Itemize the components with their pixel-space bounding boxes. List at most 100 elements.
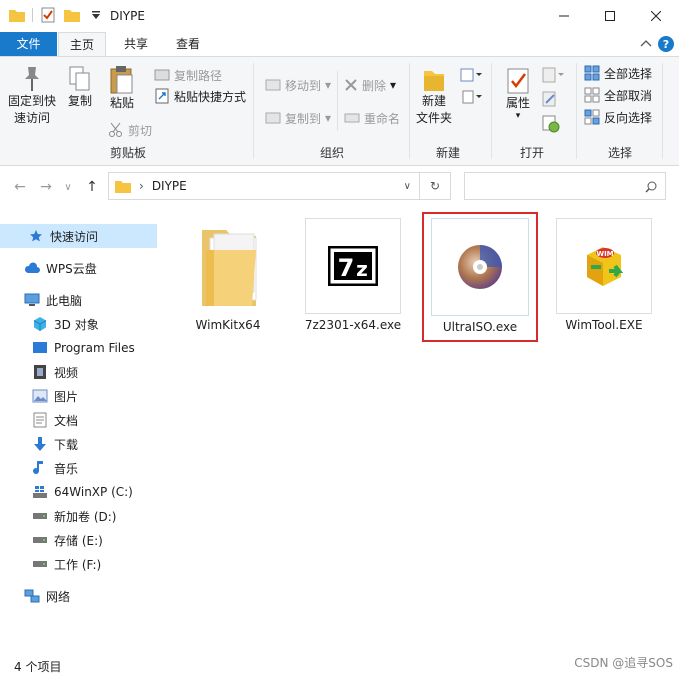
select-none-label: 全部取消 [604, 88, 653, 103]
nav-label: 64WinXP (C:) [54, 485, 133, 499]
tab-share[interactable]: 共享 [112, 32, 160, 56]
nav-drive-d[interactable]: 新加卷 (D:) [0, 504, 157, 528]
tab-home[interactable]: 主页 [58, 32, 106, 57]
copy-button[interactable]: 复制 [60, 65, 100, 110]
maximize-button[interactable] [587, 0, 633, 32]
nav-music[interactable]: 音乐 [0, 456, 157, 480]
svg-text:7: 7 [338, 254, 355, 282]
group-label-new: 新建 [435, 146, 460, 160]
paste-icon [110, 66, 133, 94]
file-item-highlighted[interactable]: UltraISO.exe [422, 212, 538, 342]
cut-label: 剪切 [128, 123, 153, 138]
new-folder-button[interactable]: 新建 文件夹 [412, 67, 456, 127]
delete-label: 删除 [362, 78, 387, 93]
tab-view[interactable]: 查看 [164, 32, 212, 56]
download-arrow-icon [32, 436, 48, 452]
easy-access-icon[interactable] [460, 89, 482, 108]
nav-wps-cloud[interactable]: WPS云盘 [0, 256, 157, 280]
address-field[interactable]: › DIYPE ∨ [108, 172, 420, 200]
paste-button[interactable]: 粘贴 [102, 65, 142, 112]
file-item[interactable]: WIM WimTool.EXE [554, 218, 654, 343]
paste-shortcut-button[interactable]: 粘贴快捷方式 [154, 86, 246, 106]
properties-button[interactable]: 属性 ▾ [500, 67, 536, 121]
cube-icon [32, 316, 48, 332]
drive-icon [32, 532, 48, 548]
nav-drive-e[interactable]: 存储 (E:) [0, 528, 157, 552]
pin-quick-access-button[interactable]: 固定到快 速访问 [6, 65, 58, 127]
select-all-button[interactable]: 全部选择 [584, 63, 652, 83]
maximize-icon [605, 11, 615, 21]
file-name: 7z2301-x64.exe [304, 318, 402, 332]
delete-button[interactable]: 删除 ▾ [344, 75, 396, 95]
copy-path-icon [154, 69, 170, 81]
nav-label: 下载 [54, 437, 79, 452]
pin-label-1: 固定到快 [7, 94, 56, 108]
refresh-button[interactable]: ↻ [420, 172, 451, 200]
nav-drive-c[interactable]: 64WinXP (C:) [0, 480, 157, 504]
chevron-down-icon: ▾ [390, 78, 397, 92]
monitor-icon [24, 292, 40, 308]
copy-to-button[interactable]: 复制到 ▾ [265, 108, 331, 128]
nav-drive-f[interactable]: 工作 (F:) [0, 552, 157, 576]
properties-label: 属性 [505, 96, 530, 110]
breadcrumb-current[interactable]: DIYPE [152, 179, 187, 193]
nav-label: 此电脑 [46, 293, 83, 308]
recent-locations-button[interactable]: ∨ [58, 177, 78, 197]
invert-selection-button[interactable]: 反向选择 [584, 107, 652, 127]
copy-path-button[interactable]: 复制路径 [154, 65, 222, 85]
forward-button[interactable]: → [36, 177, 56, 197]
minimize-button[interactable] [541, 0, 587, 32]
chevron-down-icon: ▾ [515, 111, 521, 121]
nav-pictures[interactable]: 图片 [0, 384, 157, 408]
cut-button[interactable]: 剪切 [108, 120, 152, 140]
group-separator [491, 63, 492, 159]
folder-icon [180, 218, 276, 314]
back-button[interactable]: ← [10, 177, 30, 197]
group-label-open: 打开 [519, 146, 544, 160]
move-to-button[interactable]: 移动到 ▾ [265, 75, 331, 95]
rename-button[interactable]: 重命名 [344, 108, 400, 128]
address-dropdown-icon[interactable]: ∨ [404, 181, 411, 192]
window-title: DIYPE [110, 9, 145, 23]
collapse-ribbon-icon[interactable] [640, 38, 652, 52]
svg-text:WIM: WIM [596, 250, 613, 258]
new-folder-icon[interactable] [63, 6, 81, 24]
pin-icon [25, 67, 39, 91]
file-name: WimTool.EXE [565, 318, 643, 332]
search-input[interactable] [464, 172, 666, 200]
nav-videos[interactable]: 视频 [0, 360, 157, 384]
nav-label: WPS云盘 [46, 261, 97, 276]
nav-this-pc[interactable]: 此电脑 [0, 288, 157, 312]
up-button[interactable]: ↑ [82, 177, 102, 197]
wimtool-icon: WIM [556, 218, 652, 314]
nav-quick-access[interactable]: 快速访问 [0, 224, 157, 248]
file-name: WimKitx64 [195, 318, 261, 332]
file-name: UltraISO.exe [442, 320, 518, 334]
folder-icon[interactable] [8, 6, 26, 24]
close-button[interactable] [633, 0, 679, 32]
paste-label: 粘贴 [109, 96, 134, 110]
file-item[interactable]: WimKitx64 [178, 218, 278, 343]
edit-icon[interactable] [542, 91, 558, 110]
open-icon[interactable] [542, 67, 564, 86]
tab-file[interactable]: 文件 [0, 32, 57, 56]
arrow-up-icon: ↑ [86, 179, 98, 195]
nav-network[interactable]: 网络 [0, 584, 157, 608]
properties-check-icon[interactable] [39, 6, 57, 24]
new-item-icon[interactable] [460, 67, 482, 86]
nav-label: 图片 [54, 389, 79, 404]
file-item[interactable]: 7 z 7z2301-x64.exe [303, 218, 403, 343]
nav-3d-objects[interactable]: 3D 对象 [0, 312, 157, 336]
minimize-icon [559, 15, 569, 17]
customize-dropdown-icon[interactable] [87, 6, 105, 24]
nav-documents[interactable]: 文档 [0, 408, 157, 432]
history-icon[interactable] [542, 115, 560, 136]
nav-program-files[interactable]: Program Files [0, 336, 157, 360]
refresh-icon: ↻ [429, 179, 441, 193]
nav-downloads[interactable]: 下载 [0, 432, 157, 456]
select-none-button[interactable]: 全部取消 [584, 85, 652, 105]
help-icon[interactable]: ? [658, 36, 674, 55]
7zip-icon: 7 z [305, 218, 401, 314]
nav-label: 存储 (E:) [54, 533, 103, 548]
rename-label: 重命名 [364, 111, 401, 126]
